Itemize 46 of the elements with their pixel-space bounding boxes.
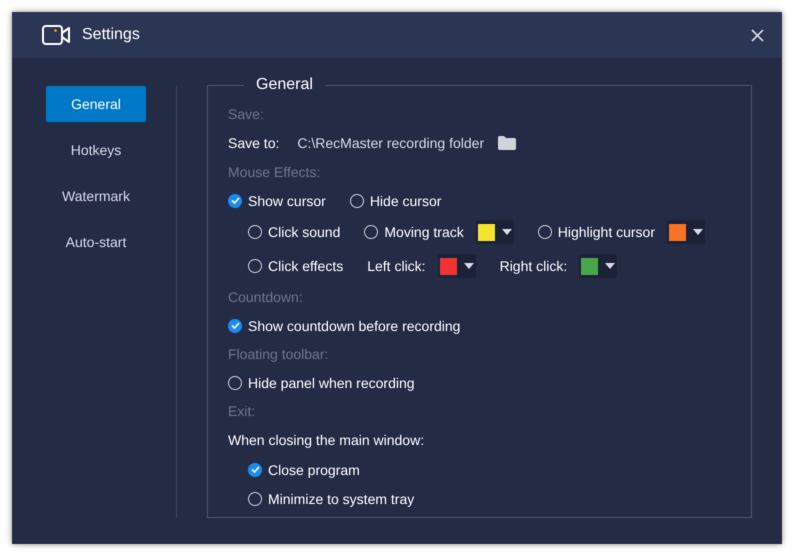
radio-option[interactable]: Highlight cursor	[538, 224, 655, 240]
video-camera-icon	[42, 25, 70, 45]
window-title: Settings	[82, 26, 141, 44]
folder-path: C:\RecMaster recording folder	[297, 135, 484, 151]
sidebar-tab[interactable]: Hotkeys	[46, 132, 146, 168]
section-heading: Exit:	[228, 402, 256, 421]
caret-icon	[464, 263, 474, 269]
radio-icon[interactable]	[228, 376, 242, 390]
save-label: Save to:	[228, 135, 280, 151]
color-dropdown[interactable]	[579, 254, 618, 278]
caret-icon	[693, 229, 703, 235]
section-heading: Save:	[228, 105, 265, 124]
caret-icon	[605, 263, 616, 269]
radio-option[interactable]: Minimize to system tray	[248, 490, 414, 506]
radio-option[interactable]: Hide cursor	[350, 192, 442, 208]
checked-icon[interactable]	[248, 462, 262, 476]
radio-icon[interactable]	[248, 225, 262, 239]
radio-option[interactable]: Click sound	[248, 224, 340, 240]
color-dropdown[interactable]	[438, 254, 476, 278]
section-heading: Countdown:	[228, 288, 304, 307]
radio-option[interactable]: Click effects	[248, 258, 344, 274]
panel-legend: General	[244, 76, 325, 94]
radio-option[interactable]: Show cursor	[228, 192, 326, 208]
section-text: When closing the main window:	[228, 431, 426, 450]
section-heading: Floating toolbar:	[228, 345, 330, 364]
radio-option[interactable]: Hide panel when recording	[228, 374, 415, 390]
radio-icon[interactable]	[248, 259, 262, 273]
checked-icon[interactable]	[228, 194, 242, 208]
section-heading: Mouse Effects:	[228, 163, 322, 182]
folder-icon[interactable]	[498, 136, 516, 150]
radio-icon[interactable]	[248, 492, 262, 506]
radio-option[interactable]: Close program	[248, 462, 360, 478]
sidebar-tab[interactable]: Auto-start	[46, 224, 146, 260]
radio-icon[interactable]	[350, 194, 364, 208]
sidebar-tab[interactable]: General	[46, 86, 146, 122]
caret-icon	[502, 229, 512, 235]
color-dropdown[interactable]	[476, 220, 514, 244]
checked-icon[interactable]	[228, 318, 242, 332]
sidebar-tab[interactable]: Watermark	[46, 178, 146, 214]
color-dropdown[interactable]	[667, 220, 705, 244]
radio-icon[interactable]	[364, 225, 378, 239]
color-label: Left click:	[367, 258, 426, 274]
color-label: Right click:	[500, 258, 568, 274]
radio-option[interactable]: Show countdown before recording	[228, 318, 460, 334]
radio-option[interactable]: Moving track	[364, 224, 464, 240]
radio-icon[interactable]	[538, 225, 552, 239]
